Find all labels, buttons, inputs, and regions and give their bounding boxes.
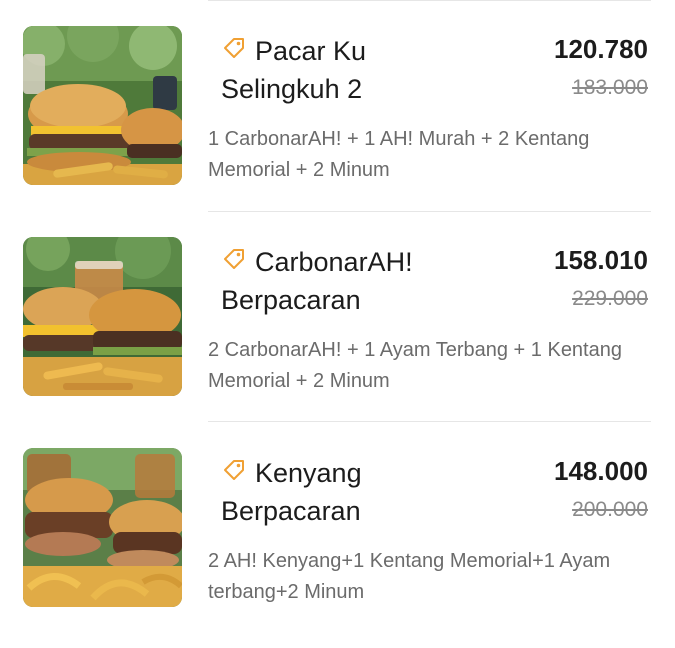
menu-item[interactable]: Pacar Ku Selingkuh 2 120.780 183.000 1 C… <box>0 26 675 226</box>
item-name-line1: Kenyang <box>255 458 362 488</box>
burger-photo-2 <box>23 237 182 396</box>
price-final: 148.000 <box>554 456 648 486</box>
top-divider <box>208 0 651 1</box>
item-divider <box>208 211 651 212</box>
item-description: 1 CarbonarAH! + 1 AH! Murah + 2 Kentang … <box>208 128 590 181</box>
item-name: Kenyang Berpacaran <box>221 454 511 530</box>
price-original: 229.000 <box>572 287 648 310</box>
item-name-line1: Pacar Ku <box>255 36 367 66</box>
item-name-line2: Berpacaran <box>221 285 361 315</box>
menu-item[interactable]: Kenyang Berpacaran 148.000 200.000 2 AH!… <box>0 448 675 648</box>
item-name-line2: Berpacaran <box>221 496 361 526</box>
food-photo[interactable] <box>23 26 182 185</box>
price-original: 200.000 <box>572 498 648 521</box>
item-divider <box>208 421 651 422</box>
price-final: 158.010 <box>554 245 648 275</box>
burger-photo-3 <box>23 448 182 607</box>
burger-photo-1 <box>23 26 182 185</box>
food-photo[interactable] <box>23 237 182 396</box>
menu-item[interactable]: CarbonarAH! Berpacaran 158.010 229.000 2… <box>0 237 675 437</box>
price-original: 183.000 <box>572 76 648 99</box>
food-photo[interactable] <box>23 448 182 607</box>
price-final: 120.780 <box>554 34 648 64</box>
item-description: 2 CarbonarAH! + 1 Ayam Terbang + 1 Kenta… <box>208 339 622 392</box>
item-description: 2 AH! Kenyang+1 Kentang Memorial+1 Ayam … <box>208 550 611 603</box>
item-name: Pacar Ku Selingkuh 2 <box>221 32 511 108</box>
item-name-line1: CarbonarAH! <box>255 247 413 277</box>
item-name: CarbonarAH! Berpacaran <box>221 243 511 319</box>
item-name-line2: Selingkuh 2 <box>221 74 363 104</box>
